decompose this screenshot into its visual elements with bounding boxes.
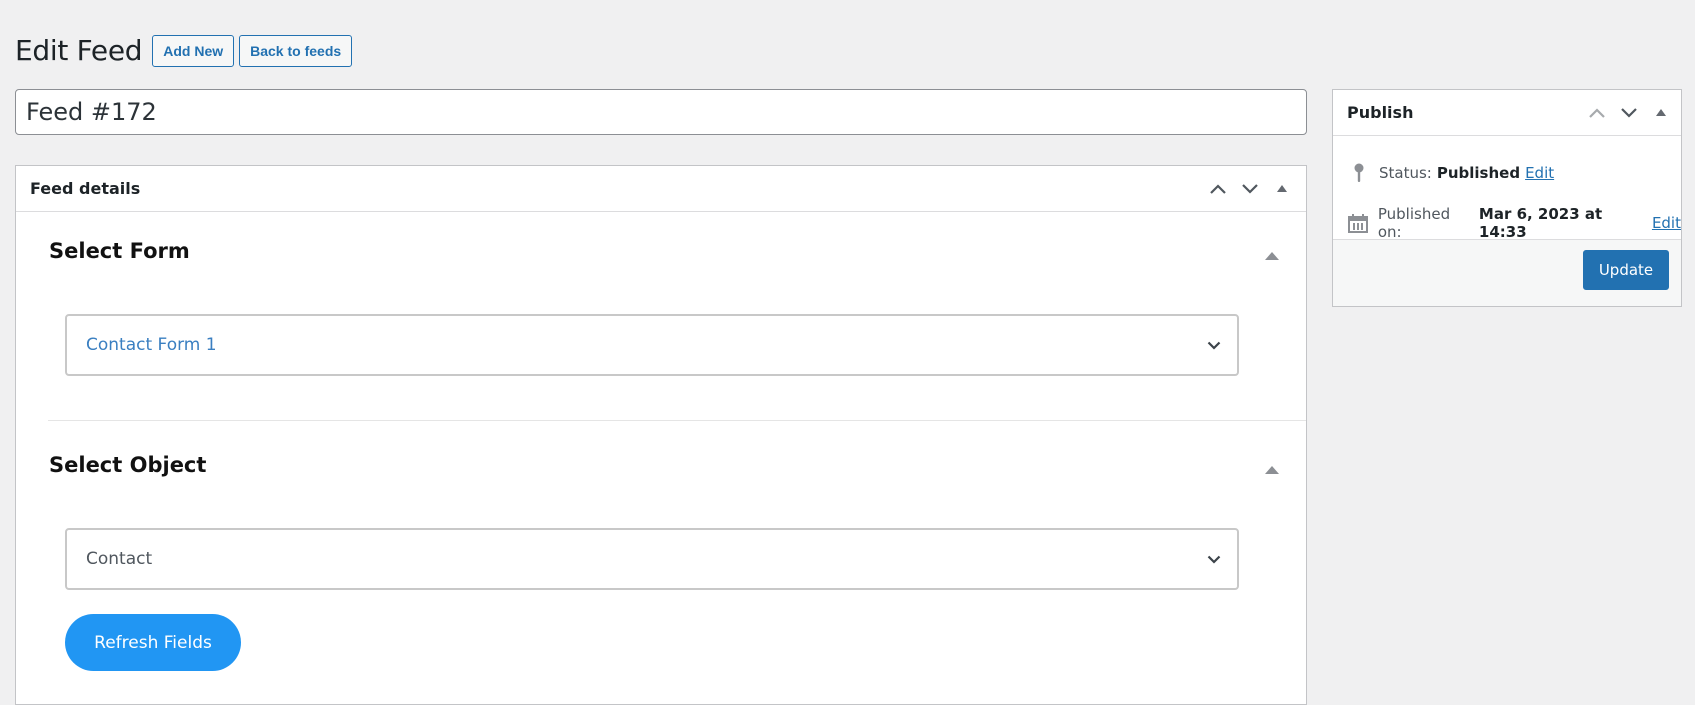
- feed-details-header: Feed details: [16, 166, 1306, 212]
- chevron-down-icon: [1242, 183, 1258, 194]
- select-form-title: Select Form: [49, 239, 190, 263]
- published-on-row: Published on: Mar 6, 2023 at 14:33 Edit: [1347, 205, 1681, 241]
- feed-details-panel: Feed details Select Form Contact Form 1 …: [15, 165, 1307, 705]
- move-down-button[interactable]: [1613, 95, 1645, 131]
- select-object-toggle[interactable]: [1265, 459, 1279, 478]
- triangle-up-icon: [1277, 185, 1287, 192]
- published-on-label: Published on:: [1377, 205, 1451, 241]
- object-select-value: Contact: [86, 549, 153, 569]
- calendar-icon: [1348, 214, 1369, 233]
- status-label: Status:: [1379, 164, 1432, 182]
- form-select-value: Contact Form 1: [86, 335, 217, 355]
- select-form-toggle[interactable]: [1265, 245, 1279, 264]
- page-title: Edit Feed: [15, 34, 143, 67]
- publish-panel: Publish Status: Published Edit Published…: [1332, 89, 1682, 307]
- publish-actions: Update: [1333, 239, 1681, 306]
- toggle-panel-button[interactable]: [1266, 171, 1298, 207]
- feed-title-input[interactable]: [15, 89, 1307, 135]
- refresh-fields-button[interactable]: Refresh Fields: [65, 614, 241, 671]
- chevron-down-icon: [1621, 107, 1637, 118]
- move-down-button[interactable]: [1234, 171, 1266, 207]
- status-value: Published: [1436, 164, 1521, 182]
- edit-status-link[interactable]: Edit: [1525, 164, 1554, 182]
- publish-header: Publish: [1333, 90, 1681, 136]
- chevron-up-icon: [1210, 183, 1226, 194]
- page-header: Edit Feed Add New Back to feeds: [15, 34, 357, 67]
- chevron-down-icon: [1207, 555, 1221, 564]
- back-to-feeds-button[interactable]: Back to feeds: [239, 34, 353, 67]
- status-row: Status: Published Edit: [1347, 163, 1554, 183]
- move-up-button[interactable]: [1581, 95, 1613, 131]
- publish-title: Publish: [1347, 103, 1414, 122]
- feed-details-title: Feed details: [30, 179, 141, 198]
- form-select[interactable]: Contact Form 1: [65, 314, 1239, 376]
- pin-icon: [1354, 163, 1364, 182]
- triangle-up-icon: [1265, 466, 1279, 474]
- section-divider: [48, 420, 1306, 421]
- object-select[interactable]: Contact: [65, 528, 1239, 590]
- select-object-title: Select Object: [49, 453, 207, 477]
- add-new-button[interactable]: Add New: [152, 34, 235, 67]
- toggle-panel-button[interactable]: [1645, 95, 1677, 131]
- chevron-down-icon: [1207, 341, 1221, 350]
- triangle-up-icon: [1656, 109, 1666, 116]
- move-up-button[interactable]: [1202, 171, 1234, 207]
- update-button[interactable]: Update: [1583, 250, 1669, 290]
- triangle-up-icon: [1265, 252, 1279, 260]
- edit-date-link[interactable]: Edit: [1652, 214, 1681, 232]
- chevron-up-icon: [1589, 107, 1605, 118]
- published-on-value: Mar 6, 2023 at 14:33: [1478, 205, 1603, 241]
